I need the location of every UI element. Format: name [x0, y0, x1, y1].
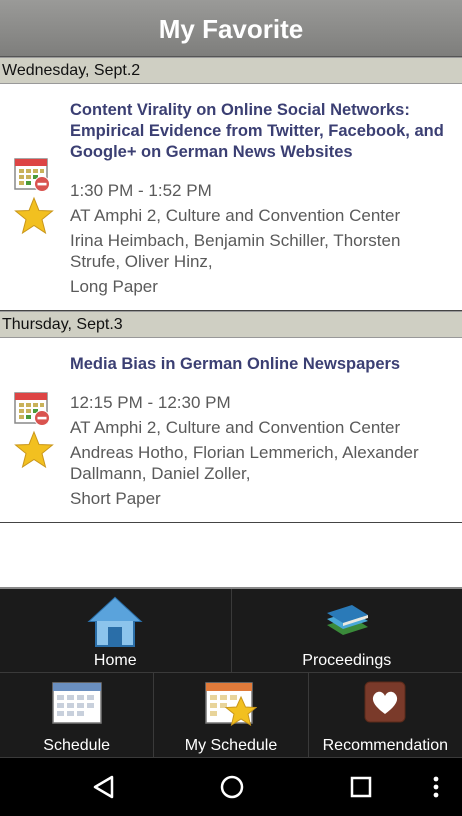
recents-icon[interactable] — [347, 773, 375, 801]
page-title: My Favorite — [0, 0, 462, 57]
nav-home-label: Home — [93, 652, 137, 669]
calendar-remove-icon[interactable] — [14, 156, 50, 192]
list-item[interactable]: Media Bias in German Online Newspapers 1… — [0, 338, 462, 523]
calendar-remove-icon[interactable] — [14, 390, 50, 426]
paper-title: Media Bias in German Online Newspapers — [70, 355, 401, 373]
paper-time: 1:30 PM - 1:52 PM — [70, 181, 212, 200]
bottom-navigation: Home Proceedings Schedule My Schedule Re… — [0, 587, 462, 760]
paper-location: AT Amphi 2, Culture and Convention Cente… — [70, 206, 401, 225]
nav-schedule-button[interactable]: Schedule — [0, 673, 155, 758]
nav-my-schedule-button[interactable]: My Schedule — [154, 673, 309, 758]
paper-authors: Andreas Hotho, Florian Lemmerich, Alexan… — [70, 443, 419, 483]
paper-time: 12:15 PM - 12:30 PM — [70, 393, 231, 412]
paper-authors: Irina Heimbach, Benjamin Schiller, Thors… — [70, 231, 401, 271]
list-item[interactable]: Content Virality on Online Social Networ… — [0, 84, 462, 311]
overflow-menu-icon[interactable] — [424, 773, 448, 801]
paper-type: Long Paper — [70, 277, 158, 296]
calendar-star-icon — [205, 682, 257, 727]
home-circle-icon[interactable] — [218, 773, 246, 801]
calendar-icon — [51, 682, 102, 724]
star-icon[interactable] — [14, 196, 54, 236]
home-icon — [87, 596, 143, 647]
nav-proceedings-label: Proceedings — [302, 652, 392, 669]
back-icon[interactable] — [90, 773, 118, 801]
system-navigation-bar — [0, 758, 462, 816]
nav-home-button[interactable]: Home — [0, 589, 232, 673]
nav-recommendation-label: Recommendation — [322, 737, 449, 754]
day-header-thursday: Thursday, Sept.3 — [0, 311, 462, 338]
nav-schedule-label: Schedule — [43, 737, 111, 754]
paper-location: AT Amphi 2, Culture and Convention Cente… — [70, 418, 401, 437]
nav-my-schedule-label: My Schedule — [184, 737, 278, 754]
nav-proceedings-button[interactable]: Proceedings — [231, 589, 462, 673]
paper-title: Content Virality on Online Social Networ… — [70, 101, 444, 161]
books-icon — [326, 605, 368, 635]
nav-recommendation-button[interactable]: Recommendation — [308, 673, 462, 758]
heart-icon — [364, 681, 406, 723]
paper-type: Short Paper — [70, 489, 161, 508]
day-header-wednesday: Wednesday, Sept.2 — [0, 57, 462, 84]
star-icon[interactable] — [14, 430, 54, 470]
